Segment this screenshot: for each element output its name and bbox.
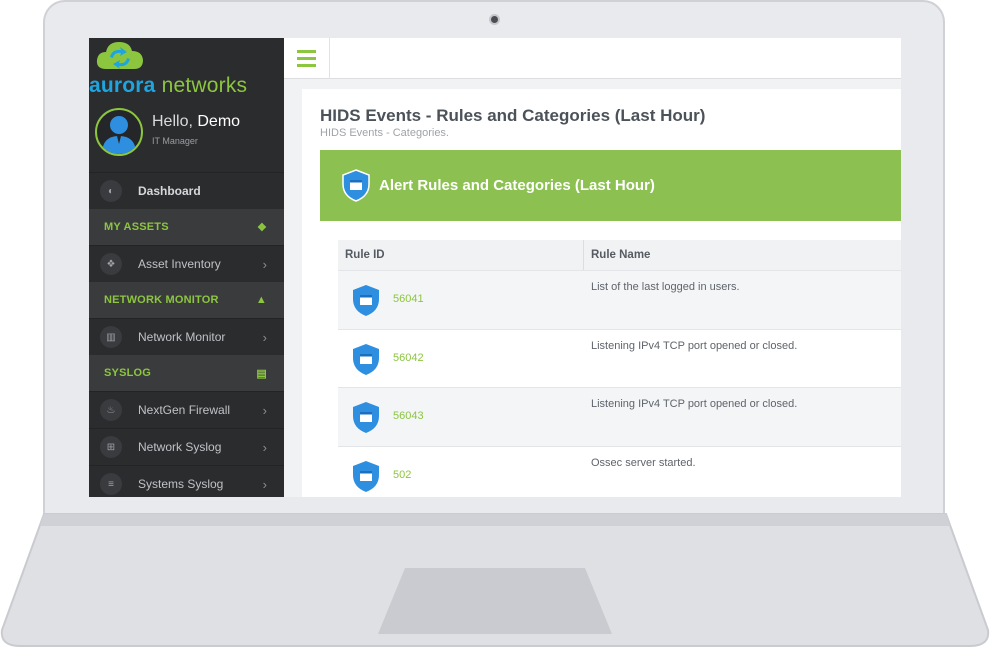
panel-title: Alert Rules and Categories (Last Hour) xyxy=(379,177,655,194)
brand-name: aurora networks xyxy=(89,74,247,98)
table-body: 56041 List of the last logged in users. 56… xyxy=(338,271,901,497)
sidebar-item-dashboard[interactable]: ◐ Dashboard xyxy=(89,172,284,209)
sidebar-nav: ◐ Dashboard MY ASSETS ❖ ❖ Asset Inventory › NET… xyxy=(89,172,284,497)
rule-name: Listening IPv4 TCP port opened or closed… xyxy=(591,339,798,352)
sidebar-item-network-syslog[interactable]: ⊞ Network Syslog › xyxy=(89,428,284,465)
table-row[interactable]: 56041 List of the last logged in users. xyxy=(338,271,901,330)
sidebar-item-nextgen-firewall[interactable]: ♨ NextGen Firewall › xyxy=(89,391,284,428)
laptop-frame: aurora networks Hello, Demo IT Manager ◐… xyxy=(0,0,990,648)
cubes-icon: ❖ xyxy=(100,253,122,275)
main-content: HIDS Events - Rules and Categories (Last… xyxy=(302,89,901,497)
sidebar-section-syslog: SYSLOG ▤ xyxy=(89,355,284,391)
sidebar-item-network-monitor[interactable]: ▥ Network Monitor › xyxy=(89,318,284,355)
rules-table: Rule ID Rule Name 56041 List of the last … xyxy=(338,240,901,497)
sidebar-section-my-assets: MY ASSETS ❖ xyxy=(89,209,284,245)
page-title: HIDS Events - Rules and Categories (Last… xyxy=(320,106,706,125)
greeting: Hello, Demo xyxy=(152,113,240,131)
brand-part1: aurora xyxy=(89,74,156,97)
screen: aurora networks Hello, Demo IT Manager ◐… xyxy=(89,38,901,497)
cubes-icon: ❖ xyxy=(256,221,267,234)
brand-part2: networks xyxy=(161,74,248,97)
table-row[interactable]: 56043 Listening IPv4 TCP port opened or c… xyxy=(338,388,901,447)
chevron-right-icon: › xyxy=(262,440,267,455)
sidebar: aurora networks Hello, Demo IT Manager ◐… xyxy=(89,38,284,497)
sidebar-item-label: Network Syslog xyxy=(138,440,222,454)
sidebar-section-network-monitor: NETWORK MONITOR ▲ xyxy=(89,282,284,318)
table-row[interactable]: 56042 Listening IPv4 TCP port opened or c… xyxy=(338,330,901,388)
rule-name: Ossec server started. xyxy=(591,456,696,469)
chevron-right-icon: › xyxy=(262,330,267,345)
palette-icon: ◐ xyxy=(100,180,122,202)
user-profile: Hello, Demo IT Manager xyxy=(89,102,284,172)
bar-chart-icon: ▥ xyxy=(100,326,122,348)
chevron-right-icon: › xyxy=(262,403,267,418)
chevron-right-icon: › xyxy=(262,477,267,492)
avatar[interactable] xyxy=(95,108,143,156)
sidebar-item-label: Systems Syslog xyxy=(138,477,224,491)
sitemap-icon: ⊞ xyxy=(100,436,122,458)
webcam-icon xyxy=(489,14,500,25)
page-subtitle: HIDS Events - Categories. xyxy=(320,127,449,139)
rule-id-link[interactable]: 502 xyxy=(393,469,411,481)
cloud-sync-icon xyxy=(96,42,143,69)
sidebar-item-label: Asset Inventory xyxy=(138,257,221,271)
user-name: Demo xyxy=(197,113,241,130)
shield-icon xyxy=(353,285,379,316)
panel-header: Alert Rules and Categories (Last Hour) xyxy=(320,150,901,221)
sidebar-item-systems-syslog[interactable]: ≡ Systems Syslog › xyxy=(89,465,284,497)
brand-logo[interactable]: aurora networks xyxy=(89,38,284,102)
sidebar-section-label: SYSLOG xyxy=(104,367,152,379)
shield-icon xyxy=(353,402,379,433)
shield-icon xyxy=(342,169,370,202)
sidebar-item-asset-inventory[interactable]: ❖ Asset Inventory › xyxy=(89,245,284,282)
table-header: Rule ID Rule Name xyxy=(338,240,901,271)
sidebar-item-label: NextGen Firewall xyxy=(138,403,231,417)
user-icon xyxy=(102,116,136,154)
top-bar xyxy=(284,38,901,79)
list-icon: ≡ xyxy=(100,473,122,495)
laptop-base xyxy=(0,513,990,647)
menu-toggle-icon[interactable] xyxy=(284,38,330,79)
table-row[interactable]: 502 Ossec server started. xyxy=(338,447,901,498)
column-header-rule-name[interactable]: Rule Name xyxy=(584,240,650,270)
rule-name: List of the last logged in users. xyxy=(591,281,740,293)
rule-id-link[interactable]: 56042 xyxy=(393,352,424,364)
rule-name: Listening IPv4 TCP port opened or closed… xyxy=(591,398,798,410)
rule-id-link[interactable]: 56041 xyxy=(393,293,424,305)
sidebar-item-label: Dashboard xyxy=(138,184,201,198)
sidebar-section-label: NETWORK MONITOR xyxy=(104,294,219,306)
rule-id-link[interactable]: 56043 xyxy=(393,410,424,422)
sidebar-item-label: Network Monitor xyxy=(138,330,226,344)
greeting-text: Hello, xyxy=(152,113,193,130)
chevron-right-icon: › xyxy=(262,257,267,272)
user-role: IT Manager xyxy=(152,136,198,146)
shield-icon xyxy=(353,460,379,492)
file-icon: ▤ xyxy=(256,367,267,380)
area-chart-icon: ▲ xyxy=(255,294,267,306)
sidebar-section-label: MY ASSETS xyxy=(104,221,169,233)
column-header-rule-id[interactable]: Rule ID xyxy=(338,240,584,270)
fire-icon: ♨ xyxy=(100,399,122,421)
shield-icon xyxy=(353,343,379,375)
